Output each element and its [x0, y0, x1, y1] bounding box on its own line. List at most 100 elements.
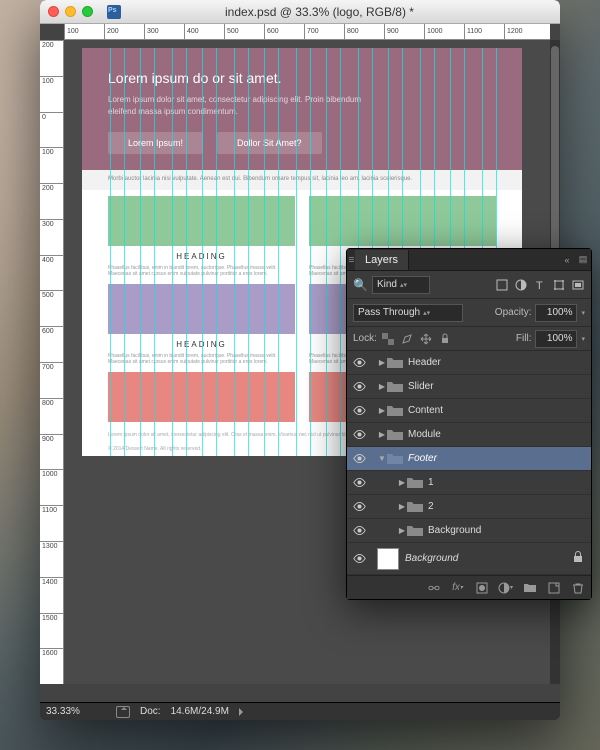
folder-icon — [387, 453, 403, 465]
content-para: Phasellus facilibus, enim in blandit lor… — [108, 265, 295, 278]
layer-row-background[interactable]: Background — [347, 543, 591, 575]
filter-smart-icon[interactable] — [570, 277, 585, 292]
fill-value: 100% — [547, 333, 573, 344]
hero-subtext: Morbi auctor lacinia nisi vulputate. Aen… — [82, 170, 522, 190]
layer-row-footer[interactable]: ▼Footer — [347, 447, 591, 471]
folder-icon — [407, 525, 423, 537]
fill-input[interactable]: 100% — [535, 330, 577, 348]
layers-tab[interactable]: Layers — [355, 250, 409, 270]
filter-kind-label: Kind — [377, 279, 397, 290]
layer-row-background[interactable]: ▶Background — [347, 519, 591, 543]
content-block-green-2 — [309, 196, 496, 246]
visibility-toggle-icon[interactable] — [347, 500, 371, 513]
document-icon — [107, 5, 121, 19]
layer-filter-row: 🔍 Kind ▴▾ T — [347, 271, 591, 299]
chevron-down-icon[interactable]: ▾ — [581, 335, 585, 343]
status-menu-icon[interactable] — [239, 708, 247, 716]
doc-size-label: Doc: — [140, 706, 161, 717]
delete-layer-icon[interactable] — [570, 580, 585, 595]
lock-fill-row: Lock: Fill: 100% ▾ — [347, 327, 591, 351]
titlebar: index.psd @ 33.3% (logo, RGB/8) * — [40, 0, 560, 24]
panel-close-icon[interactable]: « — [559, 255, 575, 265]
folder-icon — [387, 405, 403, 417]
visibility-toggle-icon[interactable] — [347, 476, 371, 489]
disclosure-right-icon[interactable]: ▶ — [377, 382, 387, 391]
chevron-updown-icon: ▴▾ — [423, 309, 430, 317]
hero-button-1: Lorem Ipsum! — [108, 132, 203, 154]
visibility-toggle-icon[interactable] — [347, 552, 371, 565]
fill-label: Fill: — [516, 333, 532, 344]
folder-icon — [387, 429, 403, 441]
layer-row-2[interactable]: ▶2 — [347, 495, 591, 519]
link-layers-icon[interactable] — [426, 580, 441, 595]
panel-drag-handle[interactable] — [347, 257, 355, 262]
opacity-input[interactable]: 100% — [535, 304, 577, 322]
layer-row-1[interactable]: ▶1 — [347, 471, 591, 495]
layer-row-slider[interactable]: ▶ Slider — [347, 375, 591, 399]
svg-text:T: T — [536, 280, 543, 291]
folder-icon — [387, 357, 403, 369]
window-minimize-button[interactable] — [65, 6, 76, 17]
blend-mode-select[interactable]: Pass Through ▴▾ — [353, 304, 463, 322]
disclosure-right-icon[interactable]: ▶ — [397, 526, 407, 535]
window-close-button[interactable] — [48, 6, 59, 17]
status-bar: 33.33% Doc: 14.6M/24.9M — [40, 702, 560, 720]
disclosure-right-icon[interactable]: ▶ — [397, 502, 407, 511]
ruler-vertical[interactable]: 2001000100200300400500600700800900100011… — [40, 40, 64, 684]
visibility-toggle-icon[interactable] — [347, 524, 371, 537]
opacity-label: Opacity: — [495, 307, 532, 318]
content-heading: HEADING — [108, 252, 295, 261]
disclosure-right-icon[interactable]: ▶ — [377, 406, 387, 415]
hero-heading: Lorem ipsum do or sit amet. — [108, 70, 496, 86]
disclosure-right-icon[interactable]: ▶ — [377, 430, 387, 439]
ruler-horizontal[interactable]: 100200300400500600700800900100011001200 — [64, 24, 550, 40]
folder-icon — [407, 477, 423, 489]
blend-opacity-row: Pass Through ▴▾ Opacity: 100% ▾ — [347, 299, 591, 327]
new-layer-icon[interactable] — [546, 580, 561, 595]
lock-all-icon[interactable] — [438, 331, 453, 346]
chevron-down-icon[interactable]: ▾ — [581, 309, 585, 317]
layer-name: 1 — [428, 477, 434, 488]
layer-thumbnail — [377, 548, 399, 570]
layer-row-module[interactable]: ▶Module — [347, 423, 591, 447]
window-title: index.psd @ 33.3% (logo, RGB/8) * — [87, 5, 552, 19]
panel-footer: fx▾ ▾ — [347, 575, 591, 599]
disclosure-right-icon[interactable]: ▶ — [397, 478, 407, 487]
zoom-readout[interactable]: 33.33% — [46, 706, 106, 717]
content-heading-2: HEADING — [108, 340, 295, 349]
new-adjustment-icon[interactable]: ▾ — [498, 580, 513, 595]
visibility-toggle-icon[interactable] — [347, 356, 371, 369]
layer-row-content[interactable]: ▶Content — [347, 399, 591, 423]
disclosure-right-icon[interactable]: ▶ — [377, 358, 387, 367]
content-block-purple — [108, 284, 295, 334]
export-icon[interactable] — [116, 706, 130, 718]
layer-name: 2 — [428, 501, 434, 512]
layer-row-header[interactable]: ▶Header — [347, 351, 591, 375]
layers-panel[interactable]: Layers « ▤ 🔍 Kind ▴▾ T Pass Through ▴▾ O… — [346, 248, 592, 600]
add-mask-icon[interactable] — [474, 580, 489, 595]
folder-icon — [387, 381, 403, 393]
filter-kind-select[interactable]: Kind ▴▾ — [372, 276, 430, 294]
visibility-toggle-icon[interactable] — [347, 380, 371, 393]
disclosure-down-icon[interactable]: ▼ — [377, 454, 387, 463]
filter-adjust-icon[interactable] — [513, 277, 528, 292]
filter-pixel-icon[interactable] — [494, 277, 509, 292]
visibility-toggle-icon[interactable] — [347, 404, 371, 417]
panel-menu-icon[interactable]: ▤ — [575, 254, 591, 265]
blend-mode-value: Pass Through — [358, 307, 420, 318]
lock-pixels-icon[interactable] — [400, 331, 415, 346]
new-group-icon[interactable] — [522, 580, 537, 595]
filter-shape-icon[interactable] — [551, 277, 566, 292]
content-para-2: Phasellus facilibus, enim in blandit lor… — [108, 353, 295, 366]
search-icon[interactable]: 🔍 — [353, 278, 368, 292]
lock-transparency-icon[interactable] — [381, 331, 396, 346]
layer-name: Slider — [408, 381, 434, 392]
visibility-toggle-icon[interactable] — [347, 452, 371, 465]
doc-size-value: 14.6M/24.9M — [171, 706, 229, 717]
layer-fx-icon[interactable]: fx▾ — [450, 580, 465, 595]
content-block-red — [108, 372, 295, 422]
visibility-toggle-icon[interactable] — [347, 428, 371, 441]
filter-type-icon[interactable]: T — [532, 277, 547, 292]
lock-position-icon[interactable] — [419, 331, 434, 346]
folder-icon — [407, 501, 423, 513]
